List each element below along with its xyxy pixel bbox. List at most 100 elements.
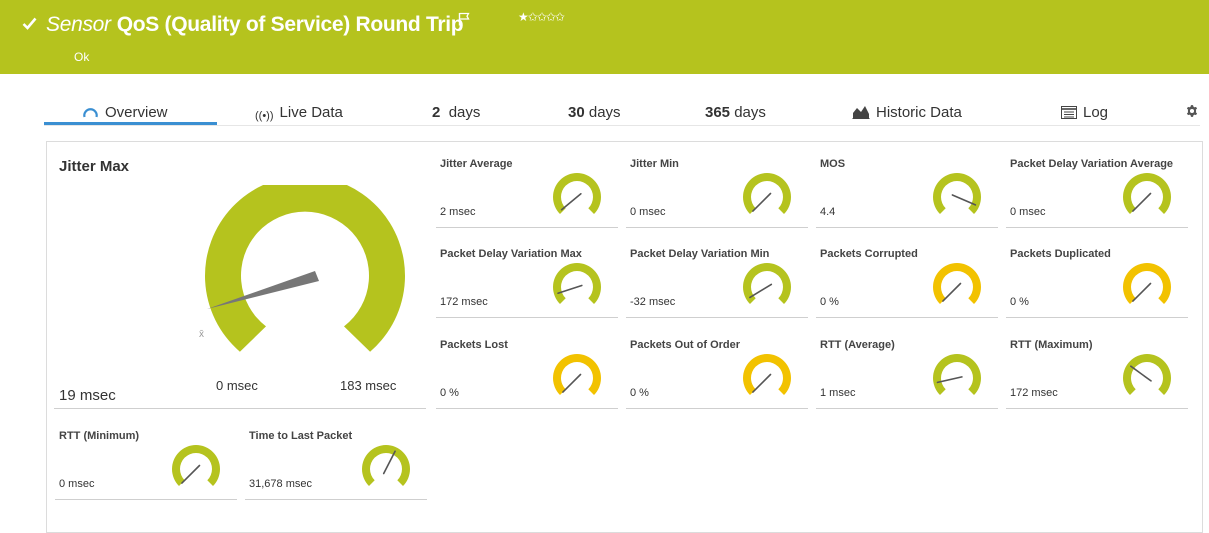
channel-tile[interactable]: Packets Lost 0 % <box>436 339 618 409</box>
channel-gauge <box>743 173 791 214</box>
channel-tile[interactable]: Time to Last Packet 31,678 msec <box>245 430 427 500</box>
tab-30-days-number: 30 <box>568 104 585 121</box>
channel-tile[interactable]: Packet Delay Variation Max 172 msec <box>436 248 618 318</box>
channel-value: 0 % <box>440 387 459 399</box>
channel-gauge <box>743 354 791 395</box>
gauge-arc <box>933 173 981 214</box>
priority-stars[interactable]: ★✩✩✩✩ <box>518 10 565 24</box>
tab-bar-divider <box>44 125 1200 126</box>
tile-divider <box>436 317 618 318</box>
tab-historic-data[interactable]: Historic Data <box>852 104 962 121</box>
tile-divider <box>626 408 808 409</box>
tab-30-days[interactable]: 30 days <box>568 104 621 121</box>
tab-historic-data-label: Historic Data <box>876 104 962 121</box>
channel-gauge <box>172 445 220 486</box>
gauge-needle <box>1132 282 1152 302</box>
channel-name: RTT (Maximum) <box>1010 339 1093 351</box>
tab-overview[interactable]: Overview <box>82 104 168 121</box>
channel-name: Packets Corrupted <box>820 248 918 260</box>
gauge-needle <box>560 192 582 211</box>
tab-30-days-unit: days <box>588 104 621 121</box>
tab-live-data-label: Live Data <box>279 104 343 121</box>
gauge-needle <box>942 282 962 302</box>
tab-2-days-unit: days <box>448 104 481 121</box>
channel-gauge <box>1123 263 1171 304</box>
tile-divider <box>1006 227 1188 228</box>
primary-min-label: 0 msec <box>216 378 258 393</box>
channel-value: 0 % <box>820 296 839 308</box>
tile-divider <box>816 408 998 409</box>
gauge-needle <box>936 376 963 384</box>
primary-channel-value: 19 msec <box>59 387 116 404</box>
channel-gauge <box>933 173 981 214</box>
gauge-arc <box>172 445 220 486</box>
channel-tile[interactable]: RTT (Maximum) 172 msec <box>1006 339 1188 409</box>
channel-gauge <box>362 445 410 486</box>
sensor-title: Sensor QoS (Quality of Service) Round Tri… <box>46 13 464 37</box>
tile-divider <box>816 317 998 318</box>
tab-log-label: Log <box>1083 104 1109 121</box>
tab-2-days[interactable]: 2 days <box>432 104 480 121</box>
tab-live-data[interactable]: ((•)) Live Data <box>255 104 343 122</box>
sensor-pre-label: Sensor <box>46 13 111 36</box>
channel-name: Packets Duplicated <box>1010 248 1111 260</box>
channel-value: -32 msec <box>630 296 676 308</box>
channel-tile[interactable]: Packets Corrupted 0 % <box>816 248 998 318</box>
channel-tile[interactable]: Packets Duplicated 0 % <box>1006 248 1188 318</box>
channel-tile[interactable]: Jitter Min 0 msec <box>626 158 808 228</box>
channel-gauge <box>553 173 601 214</box>
check-icon <box>22 17 37 30</box>
gauge-arc <box>933 354 981 395</box>
tile-divider <box>816 227 998 228</box>
log-icon <box>1061 106 1077 119</box>
channel-name: Jitter Min <box>630 158 679 170</box>
primary-gauge <box>205 185 405 352</box>
channel-gauge <box>553 354 601 395</box>
gauge-arc <box>1123 173 1171 214</box>
channel-value: 0 msec <box>59 478 95 490</box>
average-marker: x̄ <box>199 329 204 340</box>
gauge-needle <box>382 450 396 475</box>
tile-divider <box>1006 317 1188 318</box>
channel-name: Packet Delay Variation Min <box>630 248 770 260</box>
channel-tile[interactable]: Jitter Average 2 msec <box>436 158 618 228</box>
gauge-needle <box>752 373 772 393</box>
channel-gauge <box>743 263 791 304</box>
gauge-needle <box>557 284 583 295</box>
tile-divider <box>626 227 808 228</box>
channel-value: 0 msec <box>1010 206 1046 218</box>
gauge-needle <box>752 192 772 212</box>
gauge-arc <box>743 173 791 214</box>
channel-value: 0 msec <box>630 206 666 218</box>
broadcast-icon: ((•)) <box>255 110 274 122</box>
tile-divider <box>626 317 808 318</box>
gear-icon[interactable] <box>1185 104 1199 118</box>
tab-overview-label: Overview <box>105 104 168 121</box>
channel-gauge <box>553 263 601 304</box>
gauge-arc <box>933 263 981 304</box>
channel-tile[interactable]: MOS 4.4 <box>816 158 998 228</box>
gauge-needle <box>181 464 201 484</box>
channel-tile[interactable]: Packets Out of Order 0 % <box>626 339 808 409</box>
tile-divider <box>245 499 427 500</box>
primary-gauge-arc <box>205 185 405 352</box>
status-text: Ok <box>74 50 90 64</box>
channel-name: Jitter Average <box>440 158 513 170</box>
tab-log[interactable]: Log <box>1061 104 1108 121</box>
gauge-needle <box>951 194 977 206</box>
tile-divider <box>1006 408 1188 409</box>
channel-value: 172 msec <box>1010 387 1058 399</box>
sensor-header: Sensor QoS (Quality of Service) Round Tri… <box>0 0 1209 74</box>
channel-tile[interactable]: Packet Delay Variation Average 0 msec <box>1006 158 1188 228</box>
flag-icon[interactable] <box>458 12 470 26</box>
channel-name: Packet Delay Variation Average <box>1010 158 1174 170</box>
channel-tile[interactable]: RTT (Average) 1 msec <box>816 339 998 409</box>
channel-value: 2 msec <box>440 206 476 218</box>
channel-name: Time to Last Packet <box>249 430 353 442</box>
channel-tile[interactable]: Packet Delay Variation Min -32 msec <box>626 248 808 318</box>
channel-tile[interactable]: RTT (Minimum) 0 msec <box>55 430 237 500</box>
gauge-needle <box>749 283 773 299</box>
gauge-needle <box>1130 365 1152 382</box>
channel-gauge <box>933 354 981 395</box>
tab-365-days[interactable]: 365 days <box>705 104 766 121</box>
